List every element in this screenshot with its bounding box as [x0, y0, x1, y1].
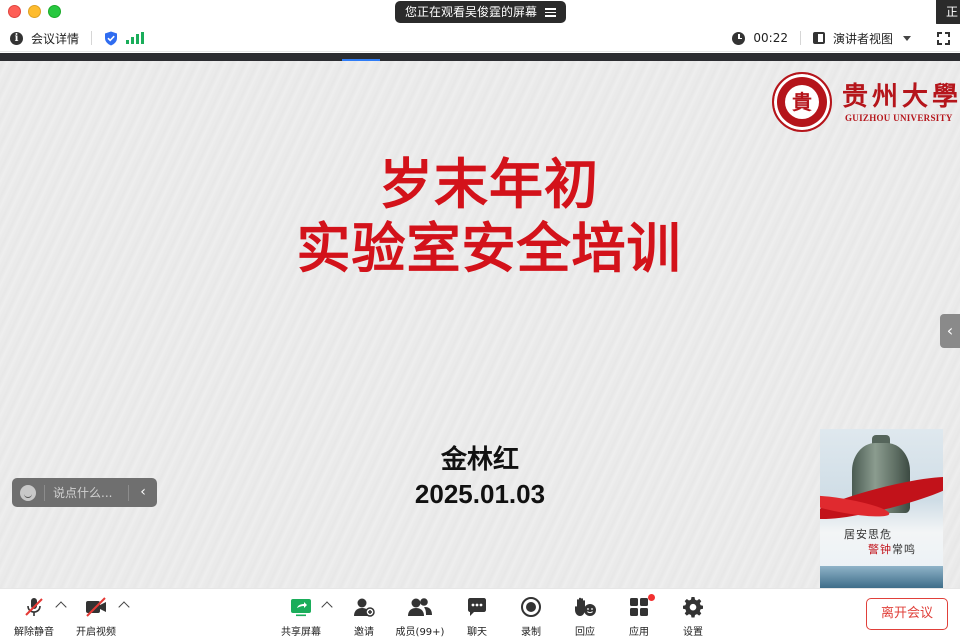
bell-caption-line1: 居安思危 — [844, 528, 892, 541]
apps-grid-icon — [630, 598, 648, 616]
watching-screen-text: 您正在观看吴俊霆的屏幕 — [405, 5, 538, 19]
notification-dot — [648, 594, 655, 601]
meeting-details-link[interactable]: 会议详情 — [31, 30, 79, 47]
presenter-name: 金林红 — [440, 445, 519, 475]
security-shield-icon[interactable] — [104, 31, 118, 46]
shared-screen-top-edge — [0, 53, 960, 61]
bell-caption-rest: 常鸣 — [892, 543, 916, 556]
record-label: 录制 — [521, 627, 541, 638]
chat-quick-input[interactable]: 说点什么... ‹ — [12, 478, 157, 507]
view-mode-selector[interactable]: 演讲者视图 — [833, 30, 893, 47]
maximize-window-button[interactable] — [48, 5, 61, 18]
chat-label: 聊天 — [467, 627, 487, 638]
members-label: 成员(99+) — [395, 627, 445, 638]
divider — [799, 31, 801, 45]
video-off-icon — [86, 597, 106, 617]
start-video-label: 开启视频 — [76, 627, 116, 638]
waves-graphic — [820, 566, 943, 588]
react-label: 回应 — [575, 627, 595, 638]
side-panel-toggle-chevron-left-icon[interactable]: ‹ — [940, 314, 960, 348]
fullscreen-icon[interactable] — [937, 31, 950, 45]
invite-label: 邀请 — [354, 627, 374, 638]
chat-button[interactable]: 聊天 — [450, 595, 504, 638]
logo-english-name: GUIZHOU UNIVERSITY — [845, 113, 953, 123]
raise-hand-icon — [575, 597, 596, 616]
bell-caption-line2: 警钟常鸣 — [868, 541, 916, 557]
close-window-button[interactable] — [8, 5, 21, 18]
emoji-icon[interactable] — [20, 484, 36, 501]
window-titlebar: 您正在观看吴俊霆的屏幕 正在 — [0, 0, 960, 28]
network-signal-icon[interactable] — [126, 32, 145, 44]
start-video-button[interactable]: 开启视频 — [69, 595, 123, 638]
microphone-muted-icon — [25, 598, 43, 616]
unmute-label: 解除静音 — [14, 627, 54, 638]
record-icon — [521, 597, 541, 617]
watching-screen-indicator[interactable]: 您正在观看吴俊霆的屏幕 — [395, 1, 567, 23]
share-screen-button[interactable]: 共享屏幕 — [274, 595, 328, 638]
bell-warning-image: 居安思危 警钟常鸣 — [820, 429, 943, 588]
chevron-left-icon[interactable]: ‹ — [129, 478, 157, 507]
minimize-window-button[interactable] — [28, 5, 41, 18]
chevron-down-icon[interactable] — [903, 35, 911, 41]
slide-title-line2: 实验室安全培训 — [296, 217, 682, 280]
unmute-button[interactable]: 解除静音 — [7, 595, 61, 638]
logo-chinese-name: 贵州大學 — [842, 82, 960, 112]
meeting-timer: 00:22 — [753, 31, 788, 45]
seal-character: 貴 — [785, 85, 819, 119]
divider — [91, 31, 93, 45]
info-icon[interactable]: i — [10, 31, 23, 45]
settings-button[interactable]: 设置 — [666, 595, 720, 638]
share-screen-label: 共享屏幕 — [281, 627, 321, 638]
members-button[interactable]: 成员(99+) — [393, 595, 447, 638]
clock-icon — [732, 31, 746, 45]
members-icon — [408, 598, 432, 616]
leave-meeting-button[interactable]: 离开会议 — [866, 598, 948, 630]
chat-bubble-icon — [468, 598, 486, 616]
gear-icon — [683, 597, 703, 618]
university-seal-icon: 貴 — [772, 72, 832, 132]
settings-label: 设置 — [683, 627, 703, 638]
bell-caption-red: 警钟 — [868, 543, 892, 556]
menu-icon[interactable] — [545, 7, 557, 17]
meeting-toolbar: 解除静音 开启视频 共享屏幕 邀请 成员(99+) 聊天 录制 回应 应用 设置… — [0, 588, 960, 640]
invite-button[interactable]: 邀请 — [337, 595, 391, 638]
slide-title-line1: 岁末年初 — [379, 153, 599, 216]
speaker-view-icon — [812, 32, 825, 44]
react-button[interactable]: 回应 — [558, 595, 612, 638]
university-logo: 貴 贵州大學 GUIZHOU UNIVERSITY — [772, 72, 958, 132]
shared-screen-slide: 貴 贵州大學 GUIZHOU UNIVERSITY 岁末年初 实验室安全培训 金… — [0, 61, 960, 588]
divider — [44, 484, 45, 501]
record-button[interactable]: 录制 — [504, 595, 558, 638]
apps-label: 应用 — [629, 627, 649, 638]
apps-button[interactable]: 应用 — [612, 595, 666, 638]
invite-user-icon — [354, 598, 375, 617]
meeting-info-bar: i 会议详情 00:22 演讲者视图 — [0, 24, 960, 52]
chat-input-placeholder[interactable]: 说点什么... — [53, 484, 128, 501]
share-screen-icon — [291, 599, 311, 617]
